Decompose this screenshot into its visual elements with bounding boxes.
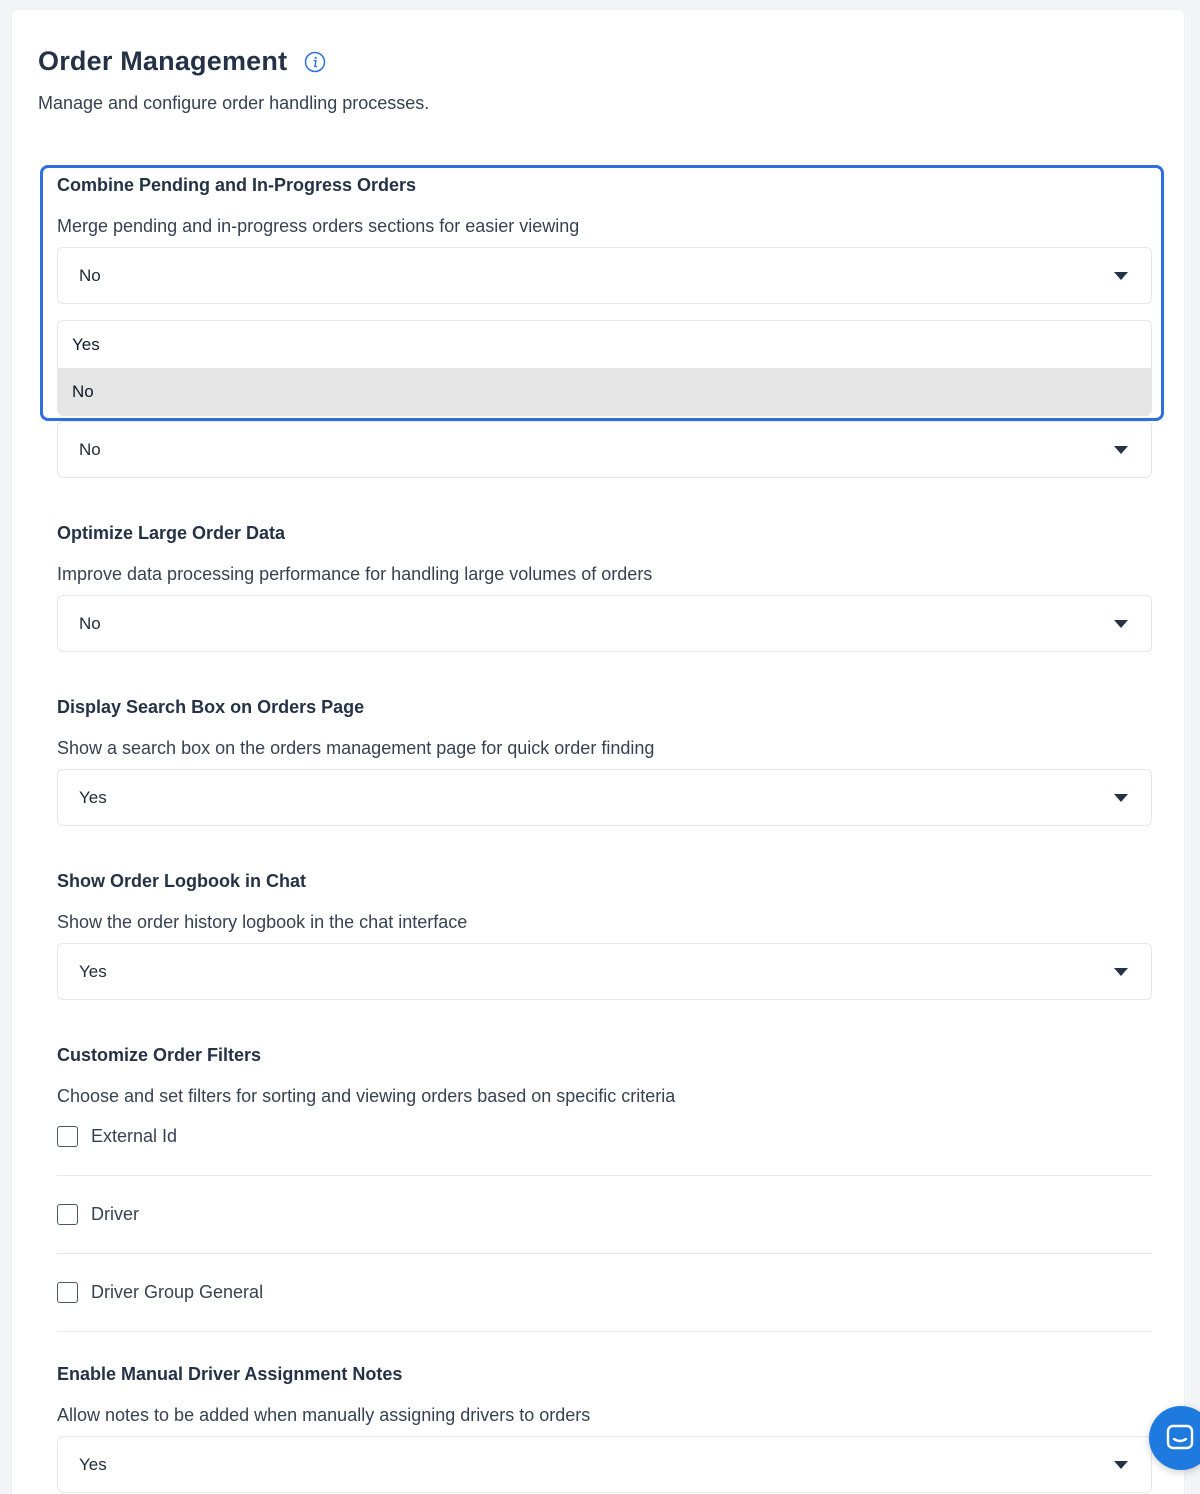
setting-title: Optimize Large Order Data bbox=[57, 523, 286, 543]
filter-option-driver-group-general[interactable]: Driver Group General bbox=[57, 1282, 1152, 1303]
caret-down-icon bbox=[1114, 1460, 1128, 1469]
setting-title: Show Order Logbook in Chat bbox=[57, 871, 306, 891]
title-row: Order Management bbox=[38, 46, 429, 77]
setting-description: Show the order history logbook in the ch… bbox=[57, 912, 468, 932]
manual-driver-notes-select[interactable]: Yes bbox=[57, 1436, 1152, 1493]
driver-checkbox[interactable] bbox=[57, 1204, 78, 1225]
setting-manual-driver-notes: Enable Manual Driver Assignment Notes Al… bbox=[57, 1364, 1152, 1426]
select-value: No bbox=[79, 613, 101, 633]
page-title: Order Management bbox=[38, 46, 288, 76]
divider bbox=[57, 1331, 1152, 1332]
filter-label: External Id bbox=[91, 1126, 178, 1146]
setting-title: Enable Manual Driver Assignment Notes bbox=[57, 1364, 403, 1384]
divider bbox=[57, 1253, 1152, 1254]
dropdown-option-yes[interactable]: Yes bbox=[58, 321, 1151, 368]
setting-description: Merge pending and in-progress orders sec… bbox=[57, 216, 580, 236]
setting-display-search-box: Display Search Box on Orders Page Show a… bbox=[57, 697, 1152, 759]
setting-customize-filters: Customize Order Filters Choose and set f… bbox=[57, 1045, 1152, 1107]
caret-down-icon bbox=[1114, 445, 1128, 454]
setting-combine-orders: Combine Pending and In-Progress Orders M… bbox=[57, 175, 1152, 237]
setting-description: Allow notes to be added when manually as… bbox=[57, 1405, 591, 1425]
setting-title: Display Search Box on Orders Page bbox=[57, 697, 365, 717]
dropdown-option-no[interactable]: No bbox=[58, 368, 1151, 415]
page-subtitle: Manage and configure order handling proc… bbox=[38, 93, 430, 113]
select-value: No bbox=[79, 265, 101, 285]
select-value: Yes bbox=[79, 787, 107, 807]
setting-description: Improve data processing performance for … bbox=[57, 564, 653, 584]
filter-option-driver[interactable]: Driver bbox=[57, 1204, 1152, 1225]
optimize-large-data-select[interactable]: No bbox=[57, 595, 1152, 652]
setting-order-logbook-chat: Show Order Logbook in Chat Show the orde… bbox=[57, 871, 1152, 933]
order-logbook-chat-select[interactable]: Yes bbox=[57, 943, 1152, 1000]
setting-description: Show a search box on the orders manageme… bbox=[57, 738, 655, 758]
setting-title: Customize Order Filters bbox=[57, 1045, 262, 1065]
caret-down-icon bbox=[1114, 793, 1128, 802]
combine-orders-dropdown: Yes No bbox=[57, 320, 1152, 416]
page-header: Order Management Manage and configure or… bbox=[38, 46, 429, 114]
divider bbox=[57, 1175, 1152, 1176]
caret-down-icon bbox=[1114, 967, 1128, 976]
filter-label: Driver Group General bbox=[91, 1282, 264, 1302]
display-search-box-select[interactable]: Yes bbox=[57, 769, 1152, 826]
caret-down-icon bbox=[1114, 271, 1128, 280]
caret-down-icon bbox=[1114, 619, 1128, 628]
info-icon[interactable] bbox=[304, 51, 326, 73]
setting-optimize-large-data: Optimize Large Order Data Improve data p… bbox=[57, 523, 1152, 585]
external-id-checkbox[interactable] bbox=[57, 1126, 78, 1147]
select-value: No bbox=[79, 439, 101, 459]
setting-title: Combine Pending and In-Progress Orders bbox=[57, 175, 417, 195]
combine-orders-select[interactable]: No bbox=[57, 247, 1152, 304]
filter-label: Driver bbox=[91, 1204, 139, 1224]
hidden-setting-select[interactable]: No bbox=[57, 421, 1152, 478]
setting-description: Choose and set filters for sorting and v… bbox=[57, 1086, 676, 1106]
chat-bubble-icon bbox=[1166, 1424, 1194, 1450]
select-value: Yes bbox=[79, 961, 107, 981]
filter-option-external-id[interactable]: External Id bbox=[57, 1126, 1152, 1147]
select-value: Yes bbox=[79, 1454, 107, 1474]
driver-group-general-checkbox[interactable] bbox=[57, 1282, 78, 1303]
settings-card: Order Management Manage and configure or… bbox=[12, 10, 1184, 1494]
